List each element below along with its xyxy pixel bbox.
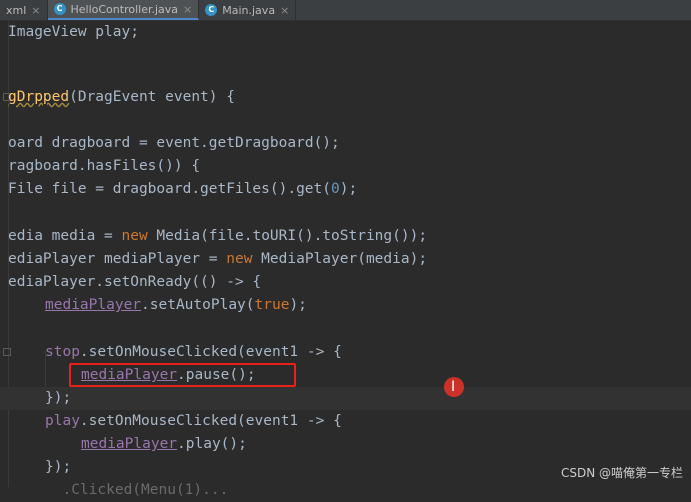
java-class-icon: C <box>205 4 218 16</box>
fold-marker-icon[interactable] <box>3 348 11 356</box>
current-line: }); <box>0 387 691 410</box>
watermark: CSDN @喵俺第一专栏 <box>560 466 683 480</box>
tab-xml[interactable]: xml × <box>0 0 48 20</box>
code-line: mediaPlayer.setAutoPlay(true); <box>45 297 307 313</box>
tab-label: Main.java <box>222 3 276 17</box>
tab-main[interactable]: C Main.java × <box>199 0 297 20</box>
code-editor[interactable]: ImageView play; gDrpped(DragEvent event)… <box>0 21 691 498</box>
code-line: ragboard.hasFiles()) { <box>8 158 201 174</box>
code-line: File file = dragboard.getFiles().get(0); <box>8 181 358 197</box>
tab-hello-controller[interactable]: C HelloController.java × <box>47 0 200 20</box>
code-line: .Clicked(Menu(1)... <box>45 482 229 498</box>
code-line: gDrpped(DragEvent event) { <box>8 89 235 105</box>
text-cursor-icon: I <box>451 379 456 395</box>
code-line: ediaPlayer.setOnReady(() -> { <box>8 274 262 290</box>
code-line: play.setOnMouseClicked(event1 -> { <box>45 413 342 429</box>
code-line: }); <box>45 459 72 475</box>
close-icon[interactable]: × <box>280 4 289 17</box>
code-line: ImageView play; <box>8 24 139 40</box>
code-line: ediaPlayer mediaPlayer = new MediaPlayer… <box>8 251 428 267</box>
code-line: oard dragboard = event.getDragboard(); <box>8 135 340 151</box>
tab-label: HelloController.java <box>70 2 179 16</box>
java-class-icon: C <box>53 3 66 15</box>
close-icon[interactable]: × <box>183 3 192 16</box>
method-name: gDrpped <box>8 89 70 105</box>
highlight-annotation-box <box>69 363 296 387</box>
code-line: edia media = new Media(file.toURI().toSt… <box>8 228 428 244</box>
code-line: stop.setOnMouseClicked(event1 -> { <box>45 344 342 360</box>
tab-label: xml <box>6 3 27 17</box>
code-line: mediaPlayer.play(); <box>81 436 247 452</box>
editor-tab-bar: xml × C HelloController.java × C Main.ja… <box>0 0 691 21</box>
close-icon[interactable]: × <box>31 4 40 17</box>
